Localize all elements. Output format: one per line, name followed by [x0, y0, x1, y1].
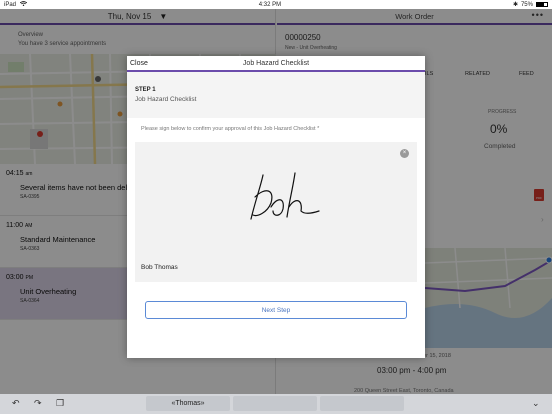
signature-drawing: [250, 172, 320, 220]
job-hazard-modal: Close Job Hazard Checklist STEP 1 Job Ha…: [127, 56, 425, 358]
paste-icon[interactable]: ❐: [56, 398, 64, 409]
status-bar: iPad 4:32 PM ✱ 75%: [0, 0, 552, 9]
keyboard-shortcut-bar: ↶ ↷ ❐ «Thomas» ⌄: [0, 394, 552, 414]
suggestion-slot-2[interactable]: [233, 396, 317, 411]
step-label: STEP 1: [135, 87, 156, 93]
undo-icon[interactable]: ↶: [12, 398, 20, 409]
signature-instruction: Please sign below to confirm your approv…: [141, 126, 320, 132]
battery-icon: [535, 2, 548, 7]
clear-signature-icon[interactable]: ×: [400, 149, 409, 158]
suggestion-slot-3[interactable]: [320, 396, 404, 411]
bluetooth-icon: ✱: [512, 2, 518, 8]
wifi-icon: [19, 1, 28, 8]
step-content: Please sign below to confirm your approv…: [127, 118, 425, 358]
battery-percent: 75%: [520, 1, 533, 8]
signer-name-input[interactable]: [141, 264, 341, 271]
autocorrect-suggestion[interactable]: «Thomas»: [146, 396, 230, 411]
modal-title: Job Hazard Checklist: [242, 59, 310, 67]
carrier-label: iPad: [4, 1, 17, 8]
step-header: STEP 1 Job Hazard Checklist: [127, 74, 425, 118]
dismiss-keyboard-icon[interactable]: ⌄: [532, 398, 540, 409]
modal-header: Close Job Hazard Checklist: [127, 56, 425, 72]
redo-icon[interactable]: ↷: [34, 398, 42, 409]
status-time: 4:32 PM: [258, 1, 282, 8]
close-button[interactable]: Close: [130, 60, 148, 67]
signature-pad[interactable]: ×: [135, 142, 417, 282]
next-step-button[interactable]: Next Step: [145, 301, 407, 319]
step-title: Job Hazard Checklist: [135, 96, 197, 103]
